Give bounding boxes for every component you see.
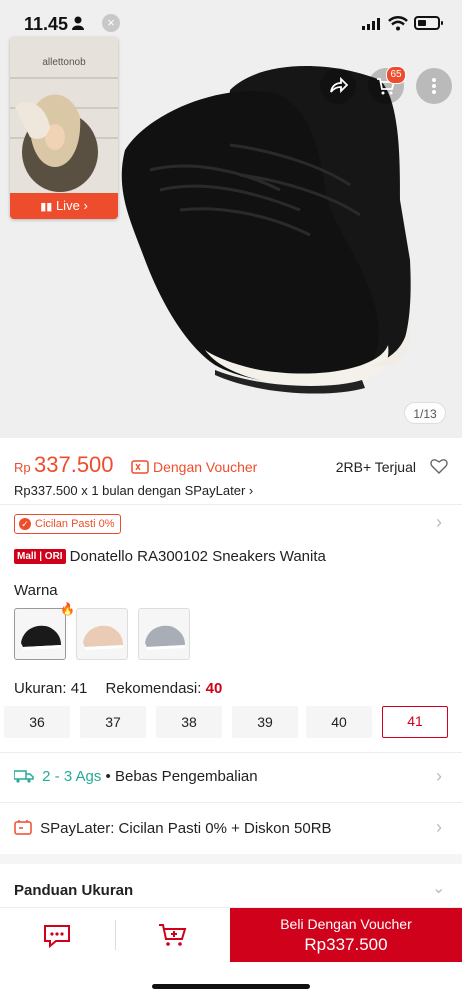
recommendation-label: Rekomendasi: [105,680,202,697]
live-button[interactable]: ▮▮ Live › [10,193,118,219]
add-to-cart-button[interactable] [116,908,230,963]
add-to-cart-icon [159,924,187,946]
color-swatch-grey[interactable] [138,608,190,660]
shipping-days: 2 - 3 Ags [42,768,102,785]
voucher-label[interactable]: Dengan Voucher [153,459,257,475]
heart-icon[interactable] [430,458,448,474]
chat-icon [44,925,70,949]
sold-count: 2RB+ Terjual [335,459,416,475]
buy-button-label: Beli Dengan Voucher [280,916,412,932]
size-info: Ukuran: 41 Rekomendasi: 40 [14,680,222,697]
color-swatch-black[interactable] [14,608,66,660]
cicilan-badge[interactable]: ✓ Cicilan Pasti 0% [14,514,122,534]
more-vertical-icon [432,78,436,94]
recommendation-value: 40 [205,680,223,697]
color-label: Warna [14,582,58,599]
divider [0,802,462,803]
color-swatch-beige[interactable] [76,608,128,660]
shipping-separator: • [105,768,111,785]
size-option-39[interactable]: 39 [232,706,298,738]
cicilan-label: Cicilan Pasti 0% [35,518,115,530]
spaylater-info[interactable]: Rp337.500 x 1 bulan dengan SPayLater › [14,483,253,498]
chevron-right-icon: › [83,198,88,213]
cart-count-badge: 65 [386,66,406,84]
price-currency: Rp [14,460,31,475]
status-time: 11.45 [24,14,69,34]
product-title: Donatello RA300102 Sneakers Wanita [69,548,326,566]
battery-icon [414,16,443,30]
size-option-40[interactable]: 40 [306,706,372,738]
spaylater-icon [14,820,32,835]
live-wave-icon: ▮▮ [40,201,53,213]
size-option-38[interactable]: 38 [156,706,222,738]
price-amount: 337.500 [34,452,114,477]
chevron-right-icon[interactable]: › [436,817,442,838]
buy-button-price: Rp337.500 [304,935,388,954]
shoe-thumbnail [145,625,185,650]
check-icon: ✓ [19,518,31,530]
person-icon [72,16,84,30]
close-icon[interactable]: × [102,14,120,32]
share-button[interactable] [320,68,356,104]
price-row: Rp 337.500 Dengan Voucher 2RB+ Terjual [14,452,450,482]
more-options-button[interactable] [416,68,452,104]
size-guide-label: Panduan Ukuran [14,882,134,899]
size-options: 36 37 38 39 40 41 [4,706,450,738]
image-pager: 1/13 [404,402,446,424]
fire-icon: 🔥 [60,602,75,616]
chevron-right-icon[interactable]: › [436,512,442,533]
spaylater-promo: SPayLater: Cicilan Pasti 0% + Diskon 50R… [40,820,332,837]
voucher-icon [131,460,149,474]
divider [0,504,462,505]
size-guide-row[interactable]: Panduan Ukuran [14,882,450,899]
section-gap [0,854,462,864]
live-video-preview[interactable]: allettonob ▮▮ Live › [10,37,118,219]
size-label: Ukuran: 41 [14,680,88,697]
chat-button[interactable] [0,908,115,963]
shoe-thumbnail [21,625,61,650]
divider [0,752,462,753]
wifi-icon [388,16,408,31]
spaylater-row[interactable]: SPayLater: Cicilan Pasti 0% + Diskon 50R… [14,819,450,837]
live-label: Live [55,198,80,213]
size-option-36[interactable]: 36 [4,706,70,738]
cellular-signal-icon [362,18,380,30]
chevron-right-icon[interactable]: › [436,766,442,787]
truck-icon [13,770,34,783]
status-bar: 11.45 × [0,0,462,50]
chevron-down-icon[interactable]: ⌄ [432,878,445,898]
product-title-row: Mall | ORI Donatello RA300102 Sneakers Wa… [14,548,326,566]
return-policy: Bebas Pengembalian [114,768,258,785]
size-option-37[interactable]: 37 [80,706,146,738]
mall-ori-badge: Mall | ORI [14,549,66,565]
shoe-thumbnail [83,625,123,650]
shipping-row[interactable]: 2 - 3 Ags • Bebas Pengembalian [13,768,450,785]
buy-with-voucher-button[interactable]: Beli Dengan Voucher Rp337.500 [230,908,462,962]
size-option-41[interactable]: 41 [382,706,448,738]
home-indicator[interactable] [152,984,310,989]
share-icon [330,76,348,94]
